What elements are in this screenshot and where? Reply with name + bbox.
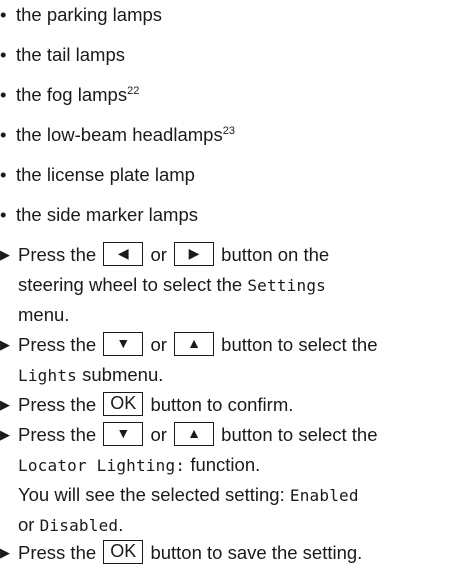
list-item-text: the side marker lamps — [16, 204, 198, 225]
list-item: • the side marker lamps — [0, 200, 198, 230]
bullet-icon: • — [0, 44, 7, 65]
right-arrow-key-icon: ▶ — [174, 242, 215, 267]
step-arrow-icon: ▶ — [0, 247, 10, 262]
up-arrow-key-icon: ▲ — [174, 422, 215, 447]
submenu-name: Lights — [18, 366, 77, 385]
list-item: • the license plate lamp — [0, 160, 195, 190]
list-item-text: the parking lamps — [16, 4, 163, 25]
setting-value-disabled: Disabled — [39, 516, 119, 535]
list-item-text: the low-beam headlamps — [16, 124, 223, 145]
bullet-icon: • — [0, 204, 7, 225]
bullet-icon: • — [0, 164, 7, 185]
list-item: • the fog lamps22 — [0, 80, 139, 110]
bullet-icon: • — [0, 4, 7, 25]
down-arrow-key-icon: ▼ — [103, 422, 144, 447]
list-item: • the low-beam headlamps23 — [0, 120, 235, 150]
step-arrow-icon: ▶ — [0, 337, 10, 352]
list-item-text: the tail lamps — [16, 44, 125, 65]
list-item-text: the fog lamps — [16, 84, 128, 105]
function-name: Locator Lighting: — [18, 456, 186, 475]
footnote-ref: 23 — [222, 125, 235, 137]
bullet-icon: • — [0, 84, 7, 105]
menu-name: Settings — [247, 276, 326, 295]
ok-key-icon: OK — [103, 392, 144, 417]
list-item-text: the license plate lamp — [16, 164, 195, 185]
list-item: • the parking lamps — [0, 0, 162, 30]
step-arrow-icon: ▶ — [0, 397, 10, 412]
setting-value-enabled: Enabled — [289, 486, 359, 505]
bullet-icon: • — [0, 124, 7, 145]
step-arrow-icon: ▶ — [0, 427, 10, 442]
down-arrow-key-icon: ▼ — [103, 332, 144, 357]
footnote-ref: 22 — [127, 85, 140, 97]
step-arrow-icon: ▶ — [0, 545, 10, 560]
ok-key-icon: OK — [103, 540, 144, 565]
up-arrow-key-icon: ▲ — [174, 332, 215, 357]
left-arrow-key-icon: ◀ — [103, 242, 144, 267]
list-item: • the tail lamps — [0, 40, 125, 70]
